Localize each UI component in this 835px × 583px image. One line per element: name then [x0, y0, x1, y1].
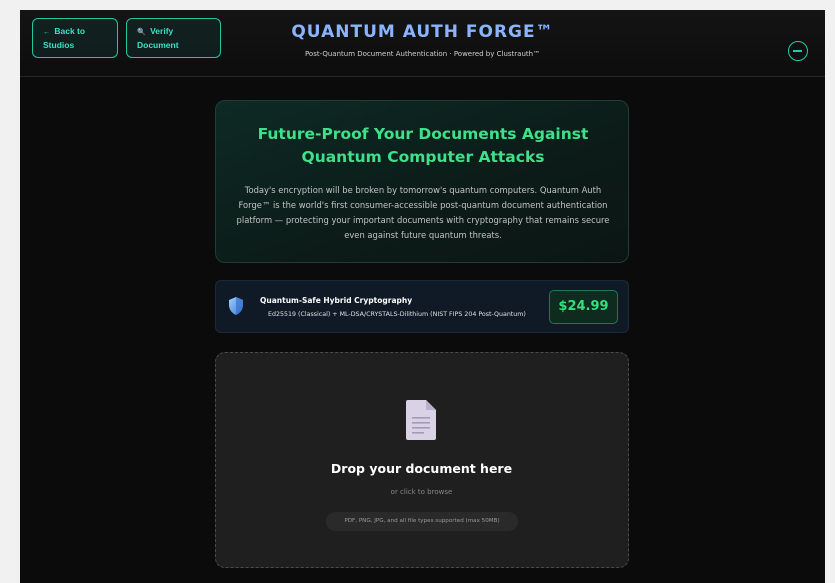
- header: ← Back to Studios 🔍 Verify Document QUAN…: [20, 10, 825, 77]
- drop-title: Drop your document here: [330, 461, 513, 476]
- crypto-info-card: Quantum-Safe Hybrid Cryptography Ed25519…: [215, 280, 629, 333]
- price-badge: $24.99: [549, 290, 618, 324]
- document-icon: [406, 400, 436, 440]
- menu-button[interactable]: [788, 41, 808, 61]
- hero-card: Future-Proof Your Documents Against Quan…: [215, 100, 629, 263]
- hero-description: Today's encryption will be broken by tom…: [236, 185, 610, 240]
- app-title: QUANTUM AUTH FORGE™: [291, 22, 554, 42]
- hero-title: Future-Proof Your Documents Against Quan…: [257, 125, 589, 166]
- document-drop-zone[interactable]: Drop your document here or click to brow…: [215, 352, 629, 568]
- crypto-title: Quantum-Safe Hybrid Cryptography: [260, 296, 413, 305]
- browse-hint[interactable]: or click to browse: [216, 488, 627, 496]
- app-subtitle: Post-Quantum Document Authentication · P…: [304, 50, 541, 58]
- crypto-algorithms: Ed25519 (Classical) + ML-DSA/CRYSTALS-Di…: [268, 311, 526, 318]
- menu-icon: [793, 50, 802, 52]
- supported-types-pill: PDF, PNG, JPG, and all file types suppor…: [326, 512, 518, 531]
- shield-icon: [229, 297, 243, 315]
- app-window: ← Back to Studios 🔍 Verify Document QUAN…: [20, 10, 825, 583]
